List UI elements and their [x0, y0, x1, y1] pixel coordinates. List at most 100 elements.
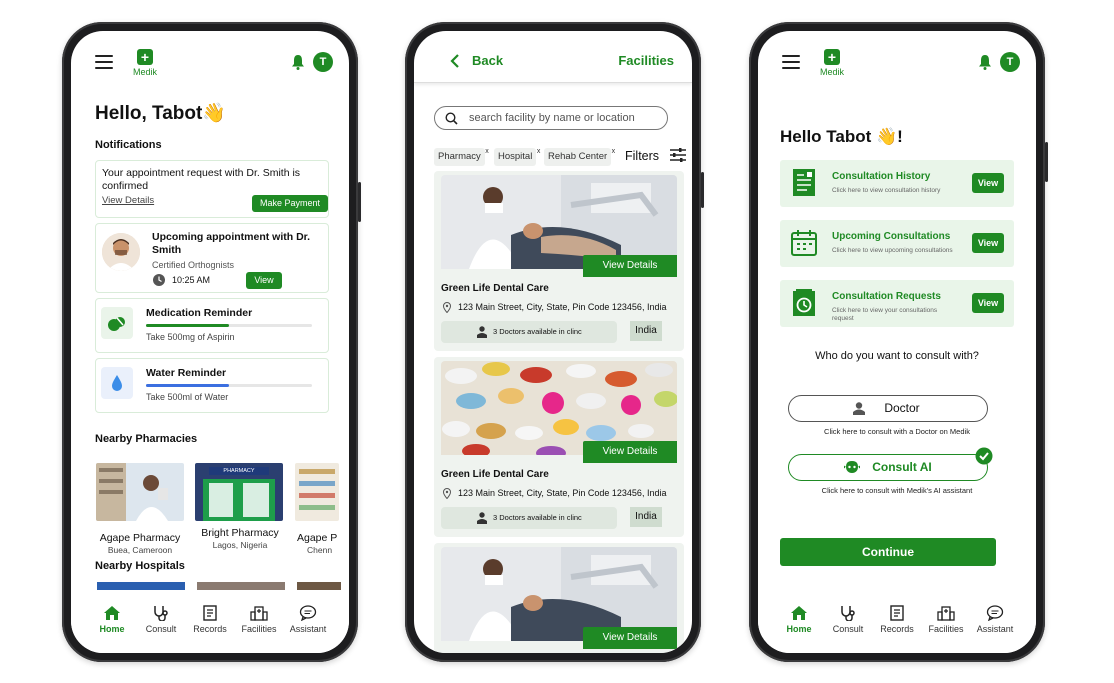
clock-icon	[153, 274, 165, 286]
nav-consult[interactable]: Consult	[823, 605, 873, 634]
pharmacy-photo	[295, 463, 339, 521]
pharmacy-card-1[interactable]: Agape Pharmacy Buea, Cameroon	[95, 463, 185, 555]
consultation-requests-card[interactable]: Consultation Requests Click here to view…	[780, 280, 1014, 327]
pharmacy-photo: PHARMACY	[195, 463, 283, 521]
search-placeholder: search facility by name or location	[469, 112, 635, 124]
records-icon	[203, 605, 217, 621]
nav-records[interactable]: Records	[872, 605, 922, 634]
upcoming-consultations-card[interactable]: Upcoming Consultations Click here to vie…	[780, 220, 1014, 267]
home-icon	[104, 606, 120, 620]
menu-icon[interactable]	[95, 55, 113, 69]
consult-question: Who do you want to consult with?	[815, 350, 979, 362]
top-bar: + Medik T	[87, 49, 333, 79]
pharmacy-card-2[interactable]: PHARMACY Bright Pharmacy Lagos, Nigeria	[195, 463, 285, 550]
doctor-hint: Click here to consult with a Doctor on M…	[824, 427, 970, 436]
building-icon	[937, 606, 955, 621]
filter-chip-hospital[interactable]: Hospital x	[494, 148, 540, 166]
close-icon[interactable]: x	[612, 143, 616, 161]
bell-icon[interactable]	[291, 54, 305, 70]
greeting: Hello Tabot 👋!	[780, 127, 903, 146]
view-appointment-button[interactable]: View	[246, 272, 282, 289]
pill-tile	[101, 307, 133, 339]
facility-card[interactable]: View Details Green Life Dental Care 123 …	[434, 171, 684, 351]
make-payment-button[interactable]: Make Payment	[252, 195, 328, 212]
chip-label: Rehab Center	[548, 151, 608, 162]
search-input[interactable]: search facility by name or location	[434, 106, 668, 130]
filter-chip-rehab[interactable]: Rehab Center x	[544, 148, 615, 166]
country-badge: India	[630, 507, 662, 527]
nav-label: Home	[786, 624, 812, 634]
view-details-link[interactable]: View Details	[102, 195, 154, 206]
medication-title: Medication Reminder	[146, 307, 253, 319]
nav-label: Home	[99, 624, 125, 634]
medication-detail: Take 500mg of Aspirin	[146, 332, 235, 342]
side-button	[1045, 142, 1048, 182]
home-screen: + Medik T Hello, Tabot👋 Notifications Yo…	[71, 31, 349, 653]
medication-progress	[146, 324, 312, 327]
nav-home[interactable]: Home	[774, 605, 824, 634]
history-document-icon	[793, 169, 815, 196]
location-pin-icon	[443, 302, 451, 313]
profile-avatar[interactable]: T	[1000, 52, 1020, 72]
nav-home[interactable]: Home	[87, 605, 137, 634]
filter-chip-pharmacy[interactable]: Pharmacy x	[434, 148, 489, 166]
phone-consult: + Medik T Hello Tabot 👋! Consultation Hi…	[749, 22, 1048, 662]
doctor-icon	[477, 512, 487, 524]
hospitals-heading: Nearby Hospitals	[95, 560, 185, 572]
facility-card[interactable]: View Details	[434, 543, 684, 653]
view-details-button[interactable]: View Details	[583, 255, 677, 277]
nav-label: Facilities	[928, 624, 964, 634]
page-title: Facilities	[618, 53, 674, 68]
records-icon	[890, 605, 904, 621]
filters-button[interactable]: Filters	[625, 147, 686, 165]
doctor-option[interactable]: Doctor	[788, 395, 988, 422]
doctor-avatar	[102, 233, 140, 271]
view-upcoming-button[interactable]: View	[972, 233, 1004, 253]
facility-card[interactable]: View Details Green Life Dental Care 123 …	[434, 357, 684, 537]
nav-assistant[interactable]: Assistant	[970, 605, 1020, 634]
nav-records[interactable]: Records	[185, 605, 235, 634]
nav-consult[interactable]: Consult	[136, 605, 186, 634]
medik-logo: + Medik	[125, 49, 165, 77]
card-title: Consultation Requests	[832, 291, 941, 302]
greeting: Hello, Tabot👋	[95, 103, 226, 124]
nav-label: Facilities	[241, 624, 277, 634]
view-details-button[interactable]: View Details	[583, 441, 677, 463]
medication-reminder-card[interactable]: Medication Reminder Take 500mg of Aspiri…	[95, 298, 329, 353]
close-icon[interactable]: x	[537, 143, 541, 161]
hospital-photo	[297, 582, 341, 590]
view-requests-button[interactable]: View	[972, 293, 1004, 313]
consult-ai-option[interactable]: Consult AI	[788, 447, 993, 481]
pharmacy-card-3[interactable]: Agape P Chenn	[295, 463, 349, 555]
water-reminder-card[interactable]: Water Reminder Take 500ml of Water	[95, 358, 329, 413]
notifications-heading: Notifications	[95, 139, 162, 151]
continue-button[interactable]: Continue	[780, 538, 996, 566]
appointment-card: Upcoming appointment with Dr. Smith Cert…	[95, 223, 329, 293]
phone-facilities: Back Facilities search facility by name …	[405, 22, 704, 662]
card-title: Upcoming Consultations	[832, 231, 951, 242]
card-subtitle: Click here to view upcoming consultation…	[832, 247, 953, 254]
nav-facilities[interactable]: Facilities	[921, 605, 971, 634]
facility-name: Green Life Dental Care	[441, 469, 549, 480]
notification-card: Your appointment request with Dr. Smith …	[95, 160, 329, 218]
chip-label: Pharmacy	[438, 151, 481, 162]
building-icon	[250, 606, 268, 621]
nav-label: Consult	[145, 624, 177, 634]
view-history-button[interactable]: View	[972, 173, 1004, 193]
doctor-label: Doctor	[884, 401, 920, 415]
ai-assistant-icon	[844, 461, 860, 473]
bell-icon[interactable]	[978, 54, 992, 70]
pharmacy-location: Lagos, Nigeria	[212, 540, 268, 550]
pharmacy-sign: PHARMACY	[209, 467, 269, 475]
home-icon	[791, 606, 807, 620]
chat-icon	[299, 605, 317, 621]
nav-assistant[interactable]: Assistant	[283, 605, 333, 634]
pill-icon	[108, 317, 125, 331]
nav-facilities[interactable]: Facilities	[234, 605, 284, 634]
profile-avatar[interactable]: T	[313, 52, 333, 72]
close-icon[interactable]: x	[485, 143, 489, 161]
consultation-history-card[interactable]: Consultation History Click here to view …	[780, 160, 1014, 207]
view-details-button[interactable]: View Details	[583, 627, 677, 649]
menu-icon[interactable]	[782, 55, 800, 69]
bottom-nav: Home Consult Records Facilities Assistan…	[758, 593, 1036, 653]
